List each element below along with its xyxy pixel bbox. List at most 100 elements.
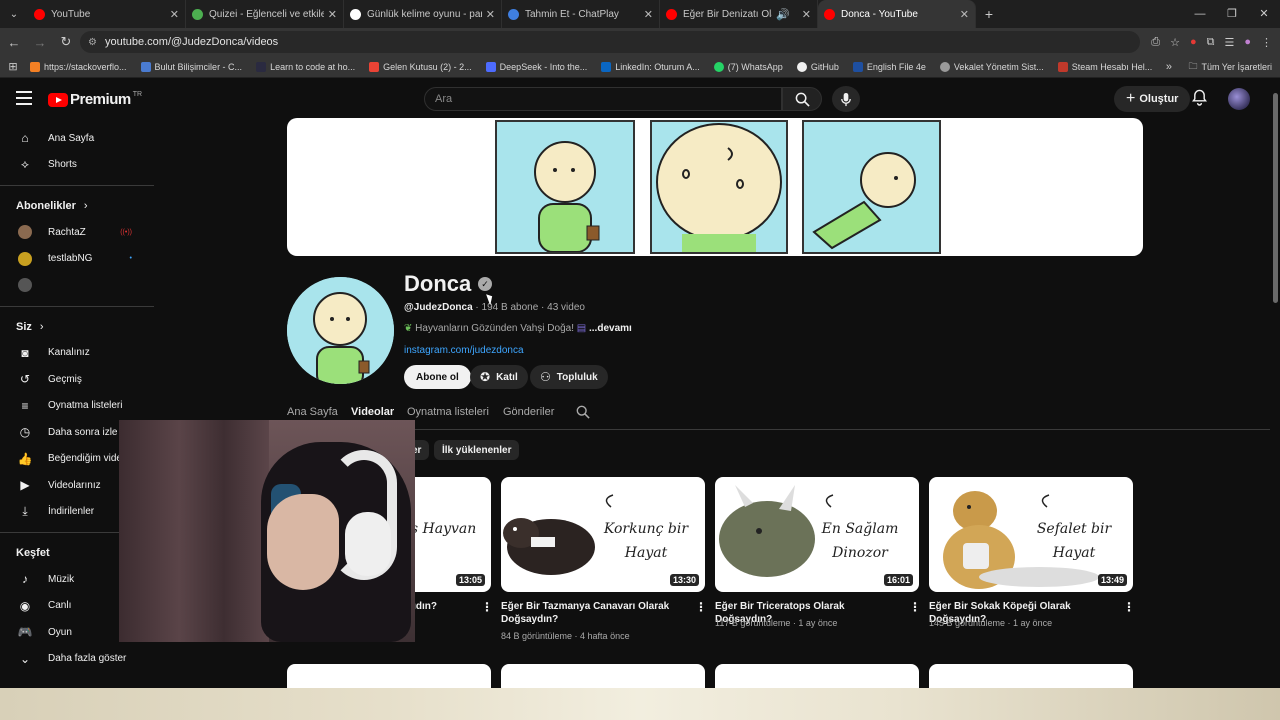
apps-grid-icon[interactable]: ⊞: [0, 60, 26, 73]
tab-posts[interactable]: Gönderiler: [503, 406, 554, 418]
more-options-icon[interactable]: ⋮: [1123, 600, 1135, 614]
bookmark-item[interactable]: Gelen Kutusu (2) - 2...: [369, 61, 472, 72]
menu-dots-icon[interactable]: ⋮: [1261, 36, 1272, 49]
more-options-icon[interactable]: ⋮: [695, 600, 707, 614]
join-button[interactable]: ✪ Katıl: [470, 365, 528, 389]
tab-playlists[interactable]: Oynatma listeleri: [407, 406, 489, 418]
bookmark-item[interactable]: English File 4e: [852, 61, 926, 72]
all-bookmarks[interactable]: 🗀 Tüm Yer İşaretleri: [1188, 59, 1272, 75]
tab-home[interactable]: Ana Sayfa: [287, 406, 338, 418]
profile-icon[interactable]: ●: [1244, 36, 1251, 48]
browser-tab[interactable]: Tahmin Et - ChatPlay ✕: [502, 0, 660, 28]
video-thumbnail[interactable]: Korkunç bir Hayat 13:30: [501, 477, 705, 592]
read-more-link[interactable]: ...devamı: [589, 323, 632, 334]
browser-tab[interactable]: Eğer Bir Denizatı Olarak Do 🔊 ✕: [660, 0, 818, 28]
bookmark-item[interactable]: DeepSeek - Into the...: [485, 61, 588, 72]
search-button[interactable]: [782, 87, 822, 111]
youtube-play-icon: [48, 92, 68, 107]
sidebar-item-subscription[interactable]: [0, 272, 154, 299]
subscriptions-heading[interactable]: Abonelikler ›: [0, 193, 154, 219]
bookmark-label: DeepSeek - Into the...: [499, 61, 588, 72]
bookmark-item[interactable]: LinkedIn: Oturum A...: [601, 61, 700, 72]
subscribe-button[interactable]: Abone ol: [404, 365, 471, 389]
back-icon[interactable]: ←: [2, 35, 26, 50]
hamburger-menu-icon[interactable]: [16, 91, 32, 105]
verified-badge-icon: ✓: [478, 277, 492, 291]
sidebar-item-subscription[interactable]: testlabNG •: [0, 246, 154, 273]
sidebar-item-your-channel[interactable]: ◙ Kanalınız: [0, 340, 154, 367]
sidebar-item-home[interactable]: ⌂ Ana Sayfa: [0, 125, 154, 152]
more-options-icon[interactable]: ⋮: [909, 600, 921, 614]
channel-description[interactable]: ❦ Hayvanların Gözünden Vahşi Doğa! ▤ ...…: [404, 323, 632, 334]
bookmark-star-icon[interactable]: ☆: [1170, 36, 1180, 49]
notifications-bell-icon[interactable]: [1192, 89, 1207, 111]
video-duration: 13:05: [455, 574, 485, 586]
channel-search-icon[interactable]: [576, 405, 590, 424]
bookmark-item[interactable]: https://stackoverflo...: [30, 61, 127, 72]
bookmark-item[interactable]: (7) WhatsApp: [713, 61, 783, 72]
account-avatar[interactable]: [1228, 88, 1250, 110]
more-bookmarks-icon[interactable]: »: [1166, 61, 1172, 73]
filter-chip-oldest[interactable]: İlk yüklenenler: [434, 440, 520, 460]
bookmark-item[interactable]: Learn to code at ho...: [256, 61, 355, 72]
sidebar-item-history[interactable]: ↺ Geçmiş: [0, 366, 154, 393]
channel-avatar[interactable]: [287, 277, 394, 384]
video-thumbnail[interactable]: Sefalet bir Hayat 13:49: [929, 477, 1133, 592]
close-tab-icon[interactable]: ✕: [328, 8, 337, 21]
divider: [0, 305, 154, 307]
page-scrollbar[interactable]: [1271, 79, 1280, 688]
close-tab-icon[interactable]: ✕: [644, 8, 653, 21]
create-button[interactable]: + Oluştur: [1114, 86, 1191, 112]
video-thumbnail[interactable]: En Sağlam Dinozor 16:01: [715, 477, 919, 592]
browser-tab[interactable]: Quizei - Eğlenceli ve etkileşimli ✕: [186, 0, 344, 28]
sidebar-item-label: Daha fazla göster: [48, 653, 127, 665]
sidebar-item-subscription[interactable]: RachtaZ ((•)): [0, 219, 154, 246]
sidebar-item-playlists[interactable]: ≡ Oynatma listeleri: [0, 393, 154, 420]
bookmark-item[interactable]: Bulut Bilişimciler - C...: [140, 61, 242, 72]
tab-search-icon[interactable]: ⌄: [0, 0, 28, 28]
url-input[interactable]: ⚙ youtube.com/@JudezDonca/videos: [80, 31, 1140, 53]
you-heading[interactable]: Siz ›: [0, 314, 154, 340]
chevron-right-icon: ›: [39, 320, 44, 333]
scrollbar-thumb[interactable]: [1273, 93, 1278, 303]
star-icon: ✪: [480, 370, 491, 384]
tab-videos[interactable]: Videolar: [351, 406, 394, 418]
close-tab-icon[interactable]: ✕: [802, 8, 811, 21]
reading-list-icon[interactable]: ☰: [1224, 36, 1234, 49]
close-tab-icon[interactable]: ✕: [170, 8, 179, 21]
browser-tab[interactable]: YouTube ✕: [28, 0, 186, 28]
search-input[interactable]: Ara: [424, 87, 782, 111]
speaker-icon[interactable]: 🔊: [776, 8, 790, 21]
webcam-person-face: [267, 494, 339, 590]
community-button[interactable]: ⚇ Topluluk: [530, 365, 608, 389]
extension-red-icon[interactable]: ●: [1190, 36, 1197, 48]
extensions-icon[interactable]: ⧉: [1207, 36, 1215, 49]
youtube-header: Premium TR Ara + Oluştur: [0, 79, 1270, 119]
site-info-icon[interactable]: ⚙: [88, 37, 97, 48]
close-tab-icon[interactable]: ✕: [960, 8, 969, 21]
bookmark-item[interactable]: Steam Hesabı Hel...: [1057, 61, 1152, 72]
bookmark-item[interactable]: GitHub: [796, 61, 839, 72]
reload-icon[interactable]: ↻: [54, 34, 78, 50]
browser-tab[interactable]: Günlük kelime oyunu - parolla ✕: [344, 0, 502, 28]
bookmark-item[interactable]: Vekalet Yönetim Sist...: [939, 61, 1044, 72]
close-tab-icon[interactable]: ✕: [486, 8, 495, 21]
voice-search-button[interactable]: [832, 86, 860, 112]
youtube-premium-logo[interactable]: Premium TR: [48, 91, 142, 108]
video-meta: 84 B görüntüleme · 4 hafta önce: [501, 631, 630, 641]
new-tab-button[interactable]: +: [976, 6, 1002, 22]
browser-tab-active[interactable]: Donca - YouTube ✕: [818, 0, 976, 28]
video-title[interactable]: Eğer Bir Tazmanya Canavarı Olarak Doğsay…: [501, 600, 689, 626]
channel-avatar: [18, 251, 32, 266]
restore-icon[interactable]: ❐: [1216, 0, 1248, 28]
minimize-icon[interactable]: —: [1184, 0, 1216, 28]
more-options-icon[interactable]: ⋮: [481, 600, 493, 614]
install-app-icon[interactable]: ⎙: [1151, 36, 1160, 49]
gmail-icon: [369, 61, 380, 72]
instagram-link[interactable]: instagram.com/judezdonca: [404, 345, 524, 356]
sidebar-item-shorts[interactable]: ⟡ Shorts: [0, 152, 154, 179]
forward-icon[interactable]: →: [28, 35, 52, 50]
close-window-icon[interactable]: ✕: [1248, 0, 1280, 28]
video-icon: ▶: [20, 478, 30, 493]
sidebar-item-show-more[interactable]: ⌄ Daha fazla göster: [0, 646, 154, 673]
